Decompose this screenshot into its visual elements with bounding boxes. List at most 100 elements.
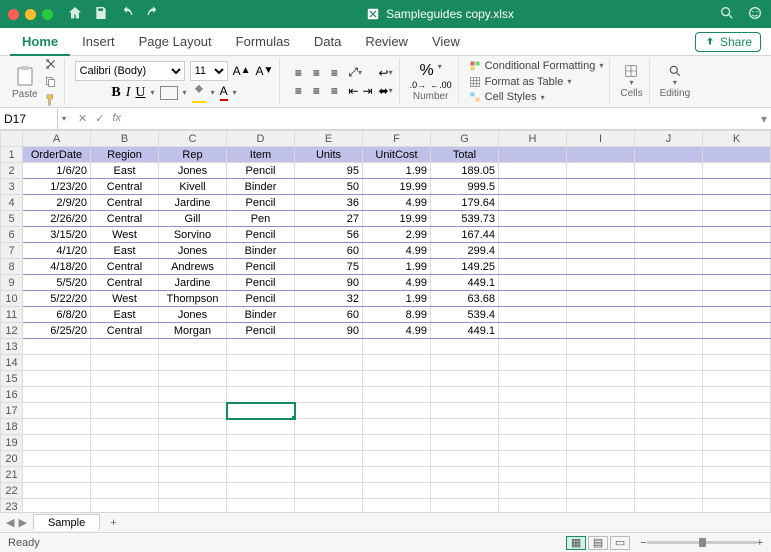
cell[interactable]: 19.99 <box>363 179 431 195</box>
cell[interactable]: Pen <box>227 211 295 227</box>
cell[interactable] <box>567 451 635 467</box>
format-painter-icon[interactable] <box>44 93 58 107</box>
cell[interactable] <box>499 307 567 323</box>
align-top-icon[interactable]: ≡ <box>290 65 306 81</box>
cell[interactable] <box>703 467 771 483</box>
tab-home[interactable]: Home <box>10 28 70 56</box>
cell[interactable] <box>23 451 91 467</box>
col-header[interactable]: H <box>499 131 567 147</box>
cell[interactable] <box>567 387 635 403</box>
cell[interactable]: Central <box>91 211 159 227</box>
cell[interactable]: 1/6/20 <box>23 163 91 179</box>
cell[interactable]: 5/22/20 <box>23 291 91 307</box>
cell[interactable]: 1.99 <box>363 291 431 307</box>
cell[interactable]: Thompson <box>159 291 227 307</box>
cell[interactable] <box>567 275 635 291</box>
cell[interactable]: UnitCost <box>363 147 431 163</box>
cell[interactable]: 1.99 <box>363 259 431 275</box>
increase-decimal-icon[interactable]: ←.00 <box>430 80 452 90</box>
cell[interactable] <box>91 387 159 403</box>
cell[interactable]: 95 <box>295 163 363 179</box>
search-icon[interactable] <box>719 5 735 24</box>
home-icon[interactable] <box>67 5 83 24</box>
cell[interactable] <box>635 195 703 211</box>
cell[interactable] <box>159 387 227 403</box>
align-left-icon[interactable]: ≡ <box>290 83 306 99</box>
cell[interactable] <box>567 179 635 195</box>
cell[interactable]: Pencil <box>227 163 295 179</box>
cell-styles-button[interactable]: Cell Styles▾ <box>469 89 545 105</box>
cell[interactable] <box>635 179 703 195</box>
cell[interactable] <box>363 355 431 371</box>
cell[interactable]: Pencil <box>227 227 295 243</box>
cell[interactable] <box>703 323 771 339</box>
name-box[interactable]: D17 <box>0 109 58 129</box>
editing-button[interactable] <box>668 64 682 78</box>
font-name-select[interactable]: Calibri (Body) <box>75 61 185 81</box>
cell[interactable]: 539.4 <box>431 307 499 323</box>
cell[interactable]: Kivell <box>159 179 227 195</box>
share-button[interactable]: Share <box>695 32 761 52</box>
cell[interactable] <box>635 243 703 259</box>
col-header[interactable]: G <box>431 131 499 147</box>
cell[interactable] <box>567 259 635 275</box>
cell[interactable] <box>567 419 635 435</box>
align-right-icon[interactable]: ≡ <box>326 83 342 99</box>
cell[interactable]: East <box>91 243 159 259</box>
cell[interactable]: 60 <box>295 243 363 259</box>
cell[interactable] <box>23 403 91 419</box>
cell[interactable] <box>567 371 635 387</box>
cell[interactable]: Andrews <box>159 259 227 275</box>
tab-page-layout[interactable]: Page Layout <box>127 28 224 56</box>
cell[interactable] <box>567 355 635 371</box>
cell[interactable] <box>703 275 771 291</box>
sheet-nav-prev-icon[interactable]: ◀ <box>6 516 14 529</box>
cell[interactable]: 19.99 <box>363 211 431 227</box>
wrap-text-icon[interactable]: ↩▾ <box>379 66 393 80</box>
cell[interactable] <box>635 259 703 275</box>
cell[interactable]: 6/25/20 <box>23 323 91 339</box>
col-header[interactable]: J <box>635 131 703 147</box>
tab-view[interactable]: View <box>420 28 472 56</box>
row-header[interactable]: 2 <box>1 163 23 179</box>
namebox-dropdown-icon[interactable]: ▾ <box>58 114 70 123</box>
cell[interactable] <box>295 387 363 403</box>
cell[interactable] <box>295 355 363 371</box>
cell[interactable]: Central <box>91 323 159 339</box>
cell[interactable] <box>431 403 499 419</box>
cell[interactable] <box>363 435 431 451</box>
row-header[interactable]: 1 <box>1 147 23 163</box>
cell[interactable] <box>159 339 227 355</box>
cell[interactable] <box>499 163 567 179</box>
cell[interactable] <box>499 323 567 339</box>
cell[interactable] <box>703 291 771 307</box>
cell[interactable]: 60 <box>295 307 363 323</box>
cell[interactable] <box>635 387 703 403</box>
cell[interactable] <box>227 435 295 451</box>
cell[interactable] <box>295 419 363 435</box>
cell[interactable] <box>703 179 771 195</box>
cell[interactable] <box>567 227 635 243</box>
decrease-decimal-icon[interactable]: .0→ <box>410 80 427 90</box>
cell[interactable] <box>703 243 771 259</box>
cell[interactable] <box>567 147 635 163</box>
cell[interactable] <box>91 419 159 435</box>
increase-indent-icon[interactable]: ⇥ <box>362 84 372 98</box>
cell[interactable] <box>635 163 703 179</box>
cell[interactable] <box>499 499 567 513</box>
window-controls[interactable] <box>8 9 53 20</box>
italic-button[interactable]: I <box>126 85 131 101</box>
cell[interactable] <box>567 243 635 259</box>
cell[interactable]: 179.64 <box>431 195 499 211</box>
cell[interactable]: 90 <box>295 275 363 291</box>
orientation-icon[interactable]: ⤢▾ <box>348 65 372 80</box>
row-header[interactable]: 8 <box>1 259 23 275</box>
cell[interactable] <box>227 419 295 435</box>
cell[interactable]: West <box>91 291 159 307</box>
cell[interactable] <box>431 483 499 499</box>
merge-icon[interactable]: ⬌▾ <box>379 84 393 98</box>
cell[interactable]: Central <box>91 195 159 211</box>
cell[interactable] <box>499 195 567 211</box>
cell[interactable]: Pencil <box>227 323 295 339</box>
cell[interactable] <box>295 483 363 499</box>
